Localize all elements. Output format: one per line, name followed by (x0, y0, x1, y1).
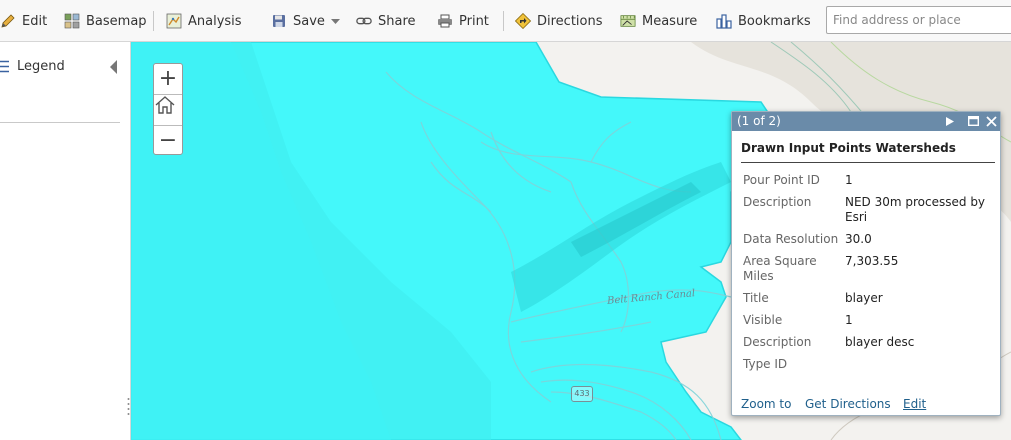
legend-panel: Legend (0, 42, 131, 440)
toolbar: Edit Basemap Analysis Save Share Print D… (0, 0, 1011, 42)
popup-feature-count: (1 of 2) (737, 114, 781, 128)
zoom-to-link[interactable]: Zoom to (741, 397, 791, 411)
edit-label: Edit (22, 13, 48, 29)
toolbar-divider (503, 11, 504, 31)
basemap-button[interactable]: Basemap (64, 0, 147, 42)
field-label: Area Square Miles (743, 254, 817, 283)
basemap-label: Basemap (86, 13, 147, 29)
bookmarks-button[interactable]: Bookmarks (716, 0, 811, 42)
zoom-out-label: − (158, 128, 178, 153)
field-label: Visible (743, 313, 783, 327)
edit-button[interactable]: Edit (0, 0, 47, 42)
bookmarks-icon (716, 13, 732, 29)
zoom-in-label: + (158, 66, 178, 91)
share-label: Share (378, 13, 416, 29)
field-value: 7,303.55 (845, 254, 899, 268)
search-input[interactable] (826, 6, 1011, 34)
popup-title-divider (741, 162, 995, 163)
get-directions-link[interactable]: Get Directions (805, 397, 891, 411)
home-button[interactable] (154, 95, 182, 126)
bookmarks-label: Bookmarks (738, 13, 811, 29)
popup-header: (1 of 2) (732, 112, 1000, 131)
legend-header[interactable]: Legend (0, 56, 124, 78)
popup-title: Drawn Input Points Watersheds (741, 141, 956, 155)
print-button[interactable]: Print (437, 0, 489, 42)
pencil-icon (0, 13, 16, 29)
maximize-icon[interactable] (966, 114, 980, 128)
field-label: Data Resolution (743, 232, 839, 246)
field-label: Title (743, 291, 769, 305)
field-label: Type ID (743, 357, 788, 371)
panel-resize-handle[interactable] (127, 397, 130, 417)
save-disk-icon (271, 13, 287, 29)
close-icon[interactable] (984, 114, 998, 128)
directions-label: Directions (537, 13, 603, 29)
toolbar-divider (153, 11, 154, 31)
zoom-out-button[interactable]: − (154, 126, 182, 156)
field-label: Pour Point ID (743, 173, 820, 187)
analysis-map-icon (166, 13, 182, 29)
field-value: 1 (845, 173, 853, 187)
share-link-icon (356, 13, 372, 29)
field-value: blayer desc (845, 335, 915, 349)
zoom-in-button[interactable]: + (154, 64, 182, 95)
legend-label: Legend (17, 59, 65, 74)
directions-sign-icon (515, 13, 531, 29)
legend-divider (0, 122, 120, 123)
field-value: 30.0 (845, 232, 872, 246)
field-label: Description (743, 335, 812, 349)
feature-popup: (1 of 2) Drawn Input Points Watersheds P… (731, 111, 1001, 416)
next-feature-icon[interactable] (943, 114, 957, 128)
basemap-grid-icon (64, 13, 80, 29)
legend-list-icon (0, 60, 9, 77)
share-button[interactable]: Share (356, 0, 416, 42)
route-shield: 433 (571, 386, 593, 402)
save-label: Save (293, 13, 325, 29)
caret-down-icon (330, 14, 340, 29)
measure-ruler-icon (620, 13, 636, 29)
collapse-panel-icon[interactable] (110, 60, 117, 74)
directions-button[interactable]: Directions (515, 0, 603, 42)
save-button[interactable]: Save (271, 0, 340, 42)
analysis-label: Analysis (188, 13, 242, 29)
field-label: Description (743, 195, 812, 209)
field-value: 1 (845, 313, 853, 327)
analysis-button[interactable]: Analysis (166, 0, 242, 42)
printer-icon (437, 13, 453, 29)
measure-label: Measure (642, 13, 698, 29)
field-value: NED 30m processed by Esri (845, 195, 986, 224)
zoom-control: + − (153, 63, 183, 155)
measure-button[interactable]: Measure (620, 0, 697, 42)
edit-link[interactable]: Edit (903, 397, 926, 411)
field-value: blayer (845, 291, 883, 305)
print-label: Print (459, 13, 489, 29)
